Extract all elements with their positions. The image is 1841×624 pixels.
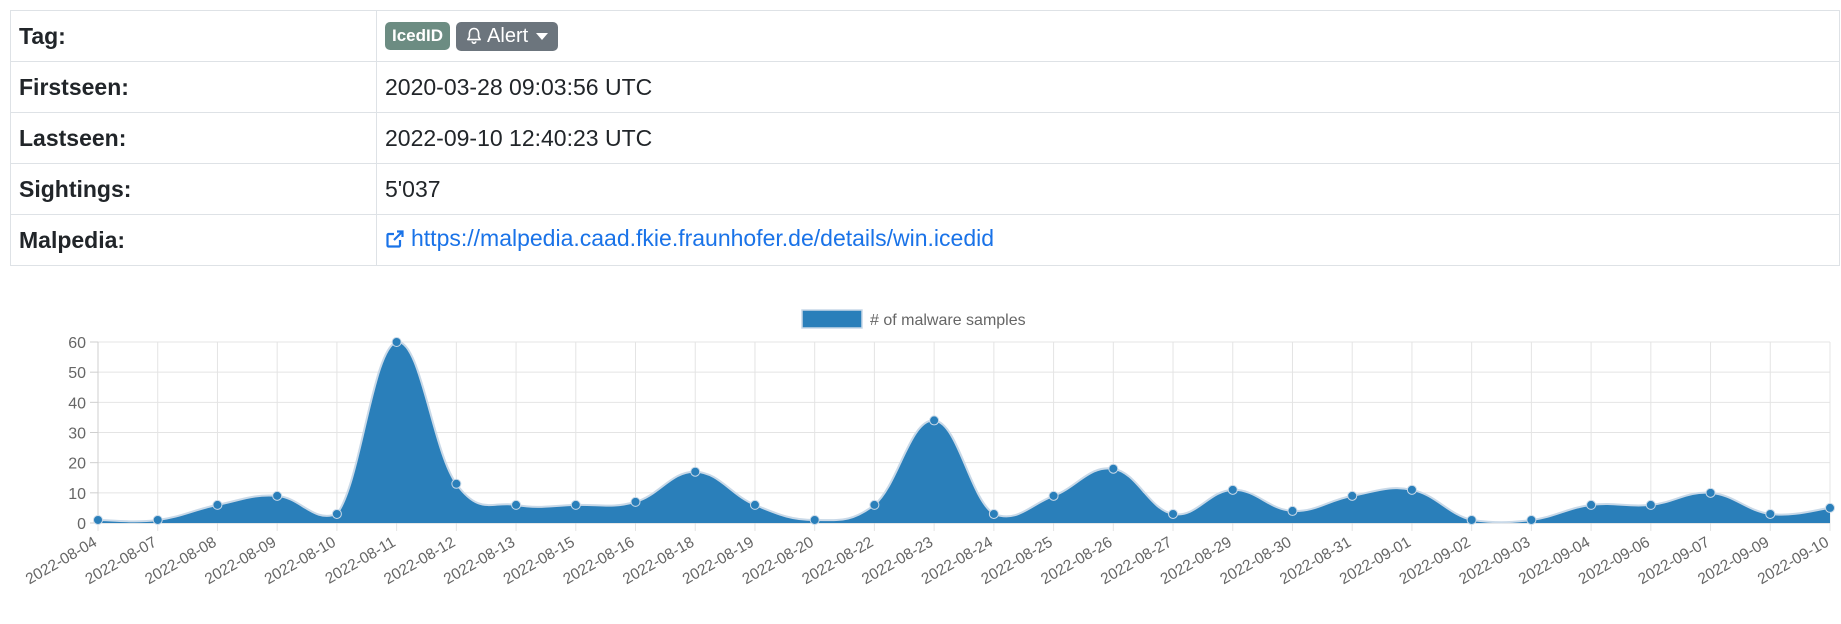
data-point <box>1705 487 1716 498</box>
y-tick-label: 40 <box>68 395 86 412</box>
sightings-value: 5'037 <box>376 163 1840 215</box>
data-point <box>1466 514 1477 525</box>
y-tick-label: 60 <box>68 335 86 352</box>
firstseen-value: 2020-03-28 09:03:56 UTC <box>376 61 1840 113</box>
lastseen-value: 2022-09-10 12:40:23 UTC <box>376 112 1840 164</box>
data-point <box>93 514 103 525</box>
y-tick-label: 30 <box>68 426 86 443</box>
tag-key: Tag: <box>10 10 377 62</box>
y-tick-label: 0 <box>77 516 86 533</box>
data-point <box>630 496 641 507</box>
data-point <box>1645 499 1656 510</box>
malpedia-link[interactable]: https://malpedia.caad.fkie.fraunhofer.de… <box>385 225 994 252</box>
data-point <box>1825 502 1835 513</box>
y-tick-label: 10 <box>68 486 86 503</box>
lastseen-row: Lastseen: 2022-09-10 12:40:23 UTC <box>10 112 1840 164</box>
data-point <box>391 337 402 347</box>
alert-label: Alert <box>487 24 529 47</box>
data-point <box>869 499 880 510</box>
data-point <box>988 508 999 519</box>
legend-label: # of malware samples <box>870 312 1026 329</box>
alert-dropdown-button[interactable]: Alert <box>456 21 559 51</box>
data-point <box>1287 505 1298 516</box>
chevron-down-icon <box>536 32 549 40</box>
external-link-icon <box>386 230 404 248</box>
tag-row: Tag: IcedID Alert <box>10 10 1840 62</box>
data-point <box>1108 463 1119 474</box>
malpedia-row: Malpedia: https://malpedia.caad.fkie.fra… <box>10 214 1840 266</box>
malpedia-key: Malpedia: <box>10 214 377 266</box>
sightings-key: Sightings: <box>10 163 377 215</box>
data-point <box>570 499 581 510</box>
data-point <box>809 514 820 525</box>
data-point <box>929 415 940 426</box>
data-point <box>1406 484 1417 495</box>
tag-value-cell: IcedID Alert <box>376 10 1840 62</box>
malpedia-url: https://malpedia.caad.fkie.fraunhofer.de… <box>411 225 995 252</box>
legend-swatch <box>801 309 863 329</box>
data-point <box>331 508 342 519</box>
data-point <box>212 499 223 510</box>
data-point <box>1347 490 1358 501</box>
data-point <box>1526 514 1537 525</box>
data-point <box>1168 508 1179 519</box>
data-point <box>749 499 760 510</box>
sightings-row: Sightings: 5'037 <box>10 163 1840 215</box>
data-point <box>690 466 701 477</box>
data-point <box>511 499 522 510</box>
firstseen-row: Firstseen: 2020-03-28 09:03:56 UTC <box>10 61 1840 113</box>
data-point <box>1586 499 1597 510</box>
tag-badge[interactable]: IcedID <box>385 22 451 51</box>
data-point <box>1048 490 1059 501</box>
y-tick-label: 20 <box>68 456 86 473</box>
lastseen-key: Lastseen: <box>10 112 377 164</box>
data-point <box>1765 508 1776 519</box>
bell-icon <box>467 27 482 45</box>
data-point <box>272 490 283 501</box>
data-point <box>1227 484 1238 495</box>
data-point <box>152 514 163 525</box>
data-point <box>451 478 462 489</box>
firstseen-key: Firstseen: <box>10 61 377 113</box>
details-table: Tag: IcedID Alert Firstseen: 2020-03-28 0… <box>10 10 1840 266</box>
malware-samples-chart: 01020304050602022-08-042022-08-072022-08… <box>23 309 1835 588</box>
malpedia-value-cell: https://malpedia.caad.fkie.fraunhofer.de… <box>376 214 1840 266</box>
y-tick-label: 50 <box>68 365 86 382</box>
